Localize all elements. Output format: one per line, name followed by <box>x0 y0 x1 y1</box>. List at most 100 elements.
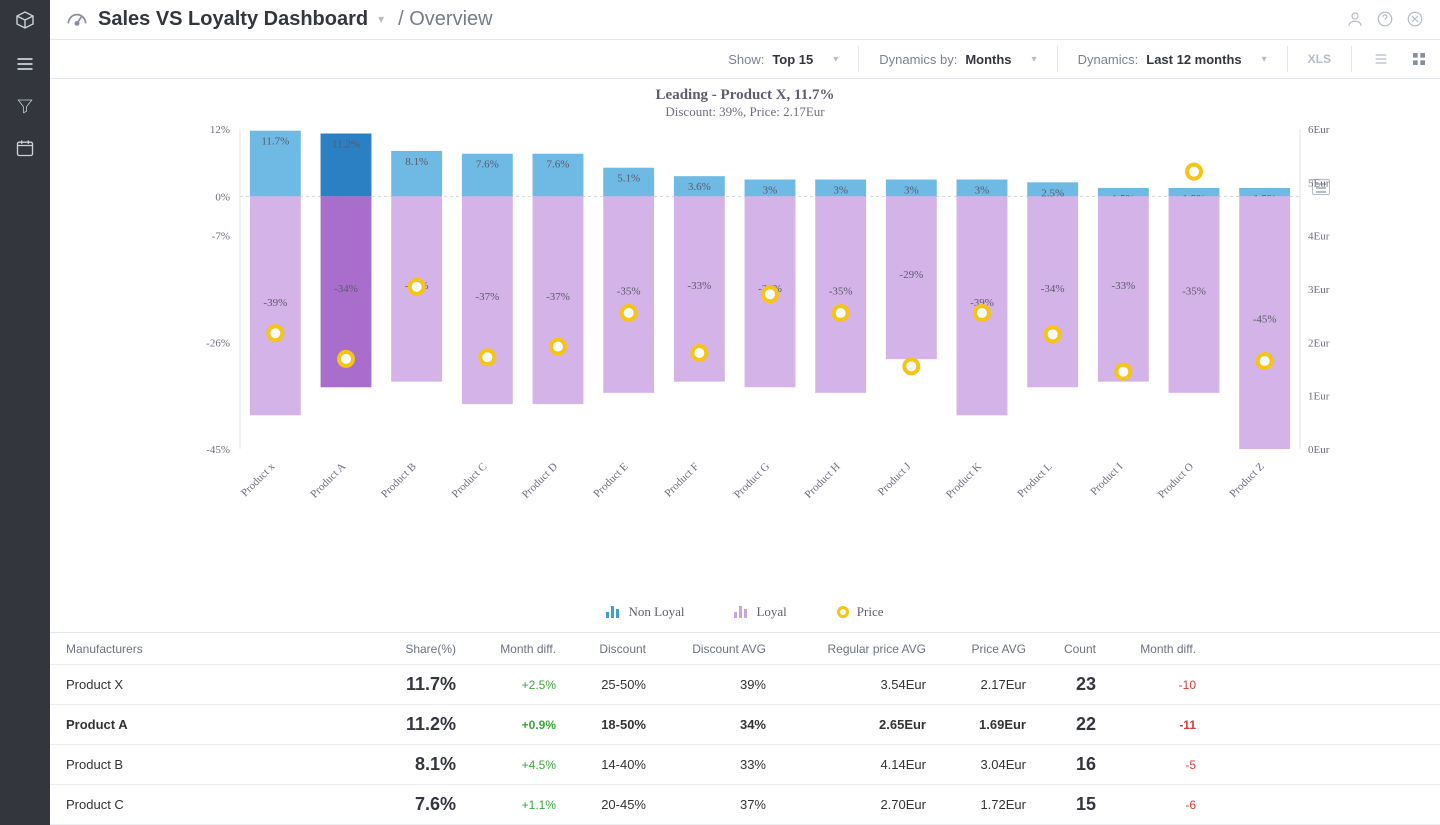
svg-text:Product D: Product D <box>520 461 560 501</box>
svg-text:Product x: Product x <box>239 461 278 500</box>
legend-loyal[interactable]: Loyal <box>734 604 786 620</box>
col-header[interactable]: Count <box>1026 642 1096 656</box>
svg-text:5Eur: 5Eur <box>1308 178 1330 190</box>
legend-price[interactable]: Price <box>837 604 884 620</box>
svg-text:1Eur: 1Eur <box>1308 391 1330 403</box>
svg-text:3%: 3% <box>763 185 778 197</box>
cell-count: 22 <box>1026 714 1096 735</box>
cell-mdiff: +0.9% <box>456 718 556 732</box>
cell-discount_avg: 39% <box>646 677 766 692</box>
show-select[interactable]: Show: Top 15 ▾ <box>728 52 838 67</box>
col-header[interactable]: Month diff. <box>456 642 556 656</box>
cell-rp: 3.54Eur <box>766 677 926 692</box>
bar-icon <box>734 606 748 618</box>
cell-discount: 18-50% <box>556 717 646 732</box>
price-marker[interactable] <box>975 306 989 320</box>
price-marker[interactable] <box>551 340 565 354</box>
cell-share: 8.1% <box>356 754 456 775</box>
dynamics-select[interactable]: Dynamics: Last 12 months ▾ <box>1078 52 1267 67</box>
col-header[interactable]: Share(%) <box>356 642 456 656</box>
chevron-down-icon[interactable]: ▾ <box>1250 54 1267 65</box>
page-title[interactable]: Sales VS Loyalty Dashboard <box>98 8 368 31</box>
price-marker[interactable] <box>834 306 848 320</box>
cell-share: 11.7% <box>356 674 456 695</box>
cell-name: Product X <box>66 677 356 692</box>
svg-text:3%: 3% <box>904 185 919 197</box>
svg-text:3%: 3% <box>833 185 848 197</box>
cell-rp: 4.14Eur <box>766 757 926 772</box>
svg-text:8.1%: 8.1% <box>405 156 428 168</box>
col-header[interactable]: Price AVG <box>926 642 1026 656</box>
cell-price: 1.72Eur <box>926 797 1026 812</box>
bar-icon <box>606 606 620 618</box>
svg-text:2Eur: 2Eur <box>1308 338 1330 350</box>
hamburger-icon[interactable] <box>13 52 37 76</box>
col-header[interactable]: Discount <box>556 642 646 656</box>
price-marker[interactable] <box>268 327 282 341</box>
price-marker[interactable] <box>339 352 353 366</box>
svg-text:4Eur: 4Eur <box>1308 231 1330 243</box>
dynamics-value: Last 12 months <box>1146 52 1241 67</box>
cell-cdiff: -11 <box>1096 718 1196 732</box>
show-label: Show: <box>728 52 764 67</box>
cell-share: 11.2% <box>356 714 456 735</box>
col-header[interactable]: Regular price AVG <box>766 642 926 656</box>
legend-label: Loyal <box>756 604 786 620</box>
svg-text:3%: 3% <box>975 185 990 197</box>
svg-text:Product H: Product H <box>803 461 843 501</box>
dot-icon <box>837 606 849 618</box>
svg-text:Product J: Product J <box>876 460 914 498</box>
cell-count: 15 <box>1026 794 1096 815</box>
svg-text:-33%: -33% <box>1111 280 1135 292</box>
svg-text:7.6%: 7.6% <box>547 159 570 171</box>
logo-icon[interactable] <box>13 10 37 34</box>
price-marker[interactable] <box>1187 165 1201 179</box>
svg-text:-29%: -29% <box>899 269 923 281</box>
price-marker[interactable] <box>1046 328 1060 342</box>
main-area: Sales VS Loyalty Dashboard ▾ / Overview … <box>50 0 1440 825</box>
user-icon[interactable] <box>1344 8 1366 30</box>
divider <box>1351 46 1352 72</box>
legend-non-loyal[interactable]: Non Loyal <box>606 604 684 620</box>
col-header[interactable]: Discount AVG <box>646 642 766 656</box>
export-xls-button[interactable]: XLS <box>1308 52 1331 66</box>
list-view-icon[interactable] <box>1372 50 1390 68</box>
dynamics-by-select[interactable]: Dynamics by: Months ▾ <box>879 52 1036 67</box>
svg-text:Product O: Product O <box>1156 461 1196 501</box>
close-icon[interactable] <box>1404 8 1426 30</box>
calendar-icon[interactable] <box>13 136 37 160</box>
table-row[interactable]: Product C7.6%+1.1%20-45%37%2.70Eur1.72Eu… <box>50 785 1440 825</box>
grid-view-icon[interactable] <box>1410 50 1428 68</box>
svg-text:Product G: Product G <box>732 461 772 501</box>
chevron-down-icon[interactable]: ▾ <box>378 12 384 26</box>
price-marker[interactable] <box>763 288 777 302</box>
table-row[interactable]: Product B8.1%+4.5%14-40%33%4.14Eur3.04Eu… <box>50 745 1440 785</box>
price-marker[interactable] <box>1258 354 1272 368</box>
table-row[interactable]: Product A11.2%+0.9%18-50%34%2.65Eur1.69E… <box>50 705 1440 745</box>
svg-text:-34%: -34% <box>334 283 358 295</box>
price-marker[interactable] <box>904 360 918 374</box>
chevron-down-icon[interactable]: ▾ <box>821 54 838 65</box>
cell-count: 23 <box>1026 674 1096 695</box>
svg-text:-33%: -33% <box>687 280 711 292</box>
svg-text:11.7%: 11.7% <box>261 136 289 148</box>
price-marker[interactable] <box>622 306 636 320</box>
price-marker[interactable] <box>480 351 494 365</box>
help-icon[interactable] <box>1374 8 1396 30</box>
chevron-down-icon[interactable]: ▾ <box>1020 54 1037 65</box>
col-header[interactable]: Month diff. <box>1096 642 1196 656</box>
price-marker[interactable] <box>410 280 424 294</box>
table-header-row: Manufacturers Share(%) Month diff. Disco… <box>50 633 1440 665</box>
header-bar: Sales VS Loyalty Dashboard ▾ / Overview <box>50 0 1440 40</box>
table-row[interactable]: Product X11.7%+2.5%25-50%39%3.54Eur2.17E… <box>50 665 1440 705</box>
price-marker[interactable] <box>1116 365 1130 379</box>
col-header[interactable]: Manufacturers <box>66 642 356 656</box>
toolbar: Show: Top 15 ▾ Dynamics by: Months ▾ Dyn… <box>50 40 1440 80</box>
price-marker[interactable] <box>692 346 706 360</box>
svg-text:5.1%: 5.1% <box>617 173 640 185</box>
svg-text:3Eur: 3Eur <box>1308 284 1330 296</box>
divider <box>1287 46 1288 72</box>
svg-text:-35%: -35% <box>617 286 641 298</box>
filter-icon[interactable] <box>13 94 37 118</box>
svg-text:12%: 12% <box>210 124 230 136</box>
